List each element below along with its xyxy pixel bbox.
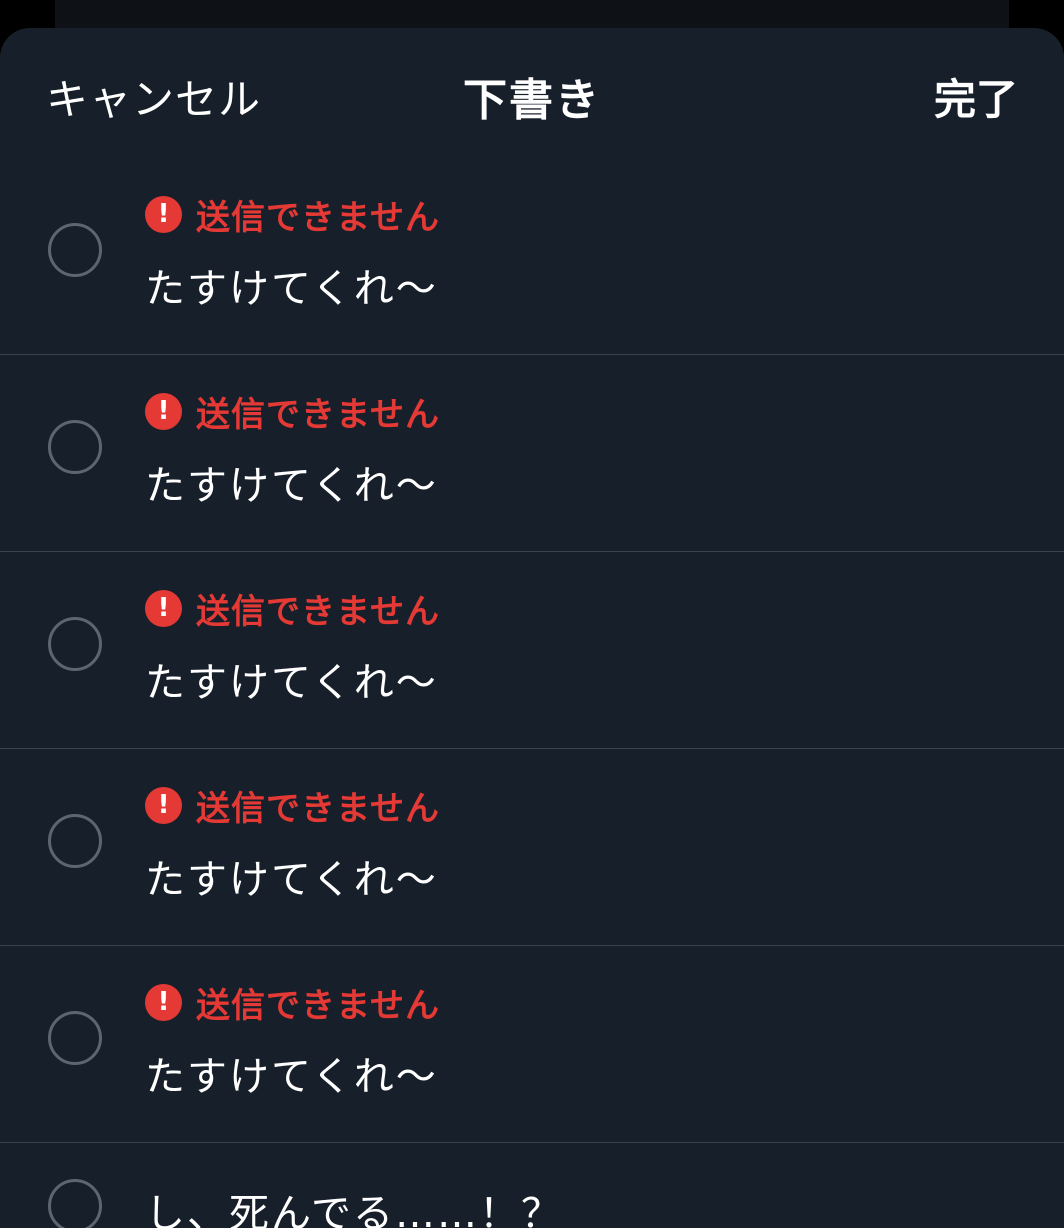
select-radio[interactable] [48,814,102,868]
exclamation-circle-icon: ! [145,787,182,824]
draft-item[interactable]: ! 送信できません たすけてくれ〜 [0,552,1064,749]
exclamation-circle-icon: ! [145,196,182,233]
drafts-sheet: キャンセル 下書き 完了 ! 送信できません たすけてくれ〜 ! 送信できません… [0,28,1064,1228]
select-radio[interactable] [48,420,102,474]
send-failed-status: ! 送信できません [145,387,440,436]
draft-text: たすけてくれ〜 [145,857,438,903]
select-radio[interactable] [48,617,102,671]
send-failed-status: ! 送信できません [145,584,440,633]
draft-item[interactable]: ! 送信できません たすけてくれ〜 [0,946,1064,1143]
draft-text: たすけてくれ〜 [145,266,438,312]
draft-item[interactable]: ! 送信できません たすけてくれ〜 [0,355,1064,552]
select-radio[interactable] [48,223,102,277]
draft-text: たすけてくれ〜 [145,463,438,509]
draft-item[interactable]: し、死んでる……！？ [0,1143,1064,1228]
exclamation-circle-icon: ! [145,984,182,1021]
draft-item[interactable]: ! 送信できません たすけてくれ〜 [0,749,1064,946]
status-text: 送信できません [196,592,440,632]
status-text: 送信できません [196,789,440,829]
done-button[interactable]: 完了 [934,66,1018,127]
draft-text: たすけてくれ〜 [145,660,438,706]
page-title: 下書き [463,75,601,126]
drafts-list: ! 送信できません たすけてくれ〜 ! 送信できません たすけてくれ〜 ! 送信… [0,158,1064,1228]
sheet-header: キャンセル 下書き 完了 [0,28,1064,158]
exclamation-circle-icon: ! [145,393,182,430]
status-text: 送信できません [196,198,440,238]
draft-item[interactable]: ! 送信できません たすけてくれ〜 [0,158,1064,355]
send-failed-status: ! 送信できません [145,190,440,239]
status-text: 送信できません [196,986,440,1026]
status-text: 送信できません [196,395,440,435]
send-failed-status: ! 送信できません [145,978,440,1027]
draft-text: し、死んでる……！？ [145,1191,563,1228]
exclamation-circle-icon: ! [145,590,182,627]
select-radio[interactable] [48,1179,102,1228]
select-radio[interactable] [48,1011,102,1065]
send-failed-status: ! 送信できません [145,781,440,830]
draft-text: たすけてくれ〜 [145,1054,438,1100]
